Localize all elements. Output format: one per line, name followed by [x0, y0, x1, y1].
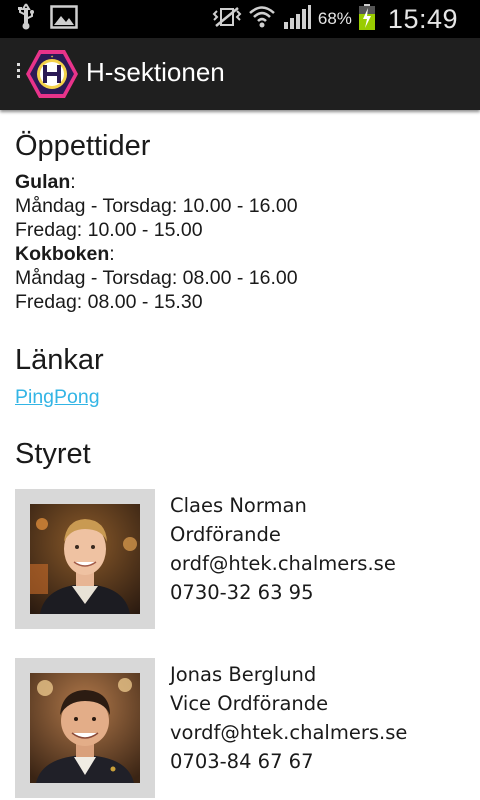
member-phone[interactable]: 0730-32 63 95: [170, 578, 396, 607]
app-title: H-sektionen: [86, 57, 225, 87]
h-sektionen-logo-icon[interactable]: ✦: [25, 48, 79, 100]
signal-icon: [282, 4, 312, 34]
status-bar: 68% 15:49: [0, 0, 480, 38]
clock: 15:49: [387, 3, 458, 34]
battery-charging-icon: [358, 3, 376, 35]
hours-line: Måndag - Torsdag: 10.00 - 16.00: [15, 195, 298, 217]
member-role: Vice Ordförande: [170, 692, 329, 715]
member-name: Jonas Berglund: [170, 663, 317, 686]
place-gulan: Gulan:: [15, 170, 465, 194]
member-info: Claes Norman Ordförande ordf@htek.chalme…: [170, 491, 396, 607]
member-phone[interactable]: 0703-84 67 67: [170, 747, 407, 776]
usb-icon: [16, 3, 36, 35]
board-member-card[interactable]: Claes Norman Ordförande ordf@htek.chalme…: [15, 489, 475, 629]
board-heading: Styret: [15, 438, 91, 470]
battery-percent: 68%: [317, 9, 352, 28]
place-kokboken: Kokboken:: [15, 242, 465, 266]
place-name: Gulan: [15, 171, 71, 193]
hours-line: Fredag: 10.00 - 15.00: [15, 219, 203, 241]
drawer-indicator-icon[interactable]: [17, 63, 23, 85]
member-name: Claes Norman: [170, 494, 307, 517]
hours-line: Måndag - Torsdag: 08.00 - 16.00: [15, 267, 298, 289]
vibrate-mute-icon: [212, 5, 242, 33]
hours-heading: Öppettider: [15, 130, 151, 162]
pingpong-link[interactable]: PingPong: [15, 386, 100, 409]
hours-line: Fredag: 08.00 - 15.30: [15, 291, 203, 313]
hours-list: Gulan: Måndag - Torsdag: 10.00 - 16.00 F…: [15, 170, 465, 314]
member-role: Ordförande: [170, 523, 281, 546]
board-member-card[interactable]: Jonas Berglund Vice Ordförande vordf@hte…: [15, 658, 475, 798]
place-suffix: :: [109, 243, 115, 265]
member-info: Jonas Berglund Vice Ordförande vordf@hte…: [170, 660, 407, 776]
wifi-icon: [248, 4, 276, 34]
member-photo: [30, 673, 140, 783]
action-bar: ✦ H-sektionen: [0, 38, 480, 110]
place-name: Kokboken: [15, 243, 110, 265]
links-heading: Länkar: [15, 344, 104, 376]
member-photo: [30, 504, 140, 614]
member-photo-frame: [15, 489, 155, 629]
member-photo-frame: [15, 658, 155, 798]
member-email[interactable]: ordf@htek.chalmers.se: [170, 549, 396, 578]
place-suffix: :: [70, 171, 76, 193]
member-email[interactable]: vordf@htek.chalmers.se: [170, 718, 407, 747]
image-icon: [50, 5, 78, 33]
